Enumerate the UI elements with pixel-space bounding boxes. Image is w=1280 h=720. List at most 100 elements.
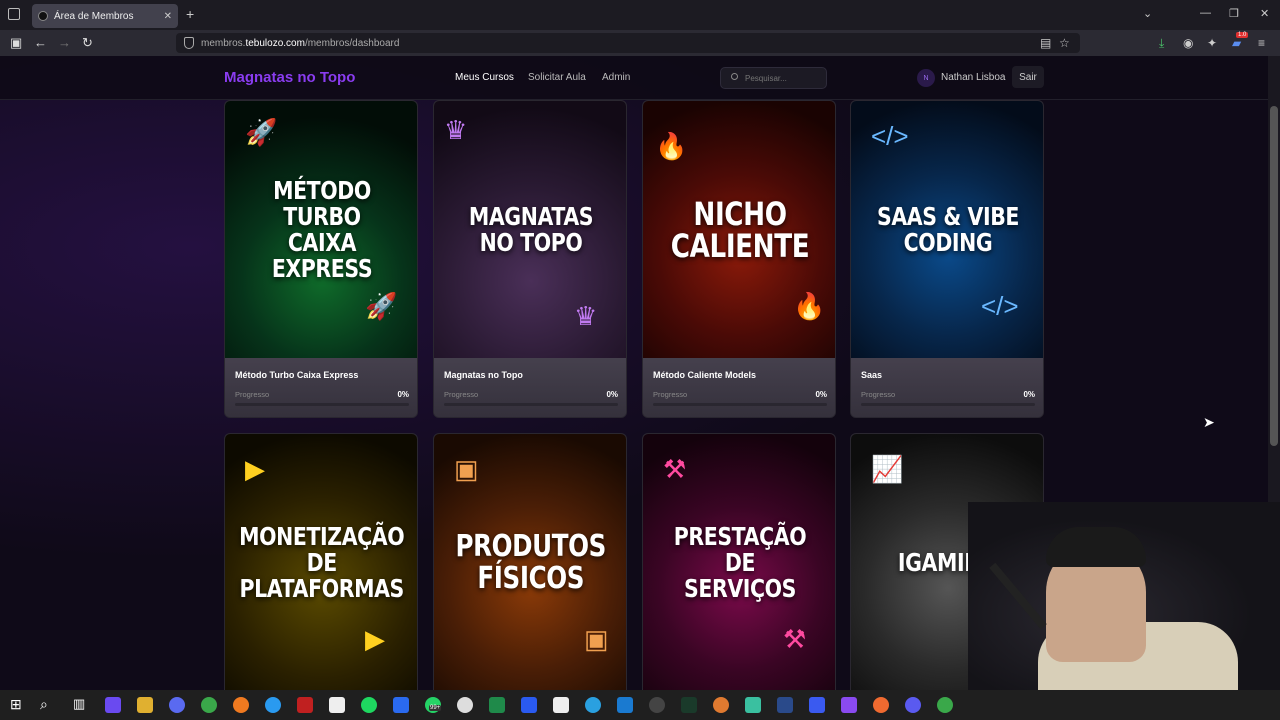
browser-tab[interactable]: Área de Membros ✕	[32, 4, 178, 28]
notion-icon[interactable]	[329, 697, 345, 713]
course-card[interactable]: 🚀 🚀 MÉTODO TURBO CAIXA EXPRESS Método Tu…	[224, 100, 418, 418]
download-icon[interactable]: ⤓	[1159, 36, 1164, 51]
reader-mode-icon[interactable]: ▤	[1040, 36, 1051, 50]
chrome-icon[interactable]	[201, 697, 217, 713]
whatsapp-badge: 99+	[429, 705, 442, 711]
box-icon: ▣	[454, 454, 479, 484]
account-icon[interactable]: ◉	[1183, 36, 1193, 50]
user-name[interactable]: Nathan Lisboa	[941, 72, 1006, 83]
tab-list-icon[interactable]: ⌄	[1143, 7, 1152, 20]
chrome-icon[interactable]	[937, 697, 953, 713]
extension-badge-icon[interactable]: ▰	[1232, 36, 1241, 50]
course-card[interactable]: ♛ ♛ MAGNATAS NO TOPO Magnatas no Topo Pr…	[433, 100, 627, 418]
obs-icon[interactable]	[649, 697, 665, 713]
course-cover-text: PRESTAÇÃO DE SERVIÇOS	[673, 521, 807, 603]
course-cover-text: MONETIZAÇÃO DE PLATAFORMAS	[239, 521, 405, 603]
app-icon[interactable]	[777, 697, 793, 713]
code-icon: </>	[871, 121, 909, 151]
course-card[interactable]: ▶ ▶ MONETIZAÇÃO DE PLATAFORMAS	[224, 433, 418, 690]
forward-icon[interactable]: →	[58, 35, 71, 50]
app-icon[interactable]	[681, 697, 697, 713]
app-icon[interactable]	[873, 697, 889, 713]
app-icon[interactable]	[809, 697, 825, 713]
bookmark-star-icon[interactable]: ☆	[1059, 36, 1070, 50]
crown-icon: ♛	[444, 115, 468, 145]
course-cover-text: MAGNATAS NO TOPO	[468, 201, 594, 257]
course-card[interactable]: </> </> SAAS & VIBE CODING Saas Progress…	[850, 100, 1044, 418]
avatar[interactable]: N	[917, 69, 935, 87]
play-icon: ▶	[245, 454, 265, 484]
file-explorer-icon[interactable]	[137, 697, 153, 713]
excel-icon[interactable]	[489, 697, 505, 713]
course-info: Método Caliente Models Progresso 0%	[643, 358, 835, 417]
progress-label: Progresso	[861, 390, 896, 399]
reload-icon[interactable]: ↻	[82, 35, 93, 51]
edge-icon[interactable]	[265, 697, 281, 713]
flame-icon: 🔥	[793, 291, 826, 321]
sidebar-icon[interactable]: ▣	[10, 35, 22, 51]
word-icon[interactable]	[393, 697, 409, 713]
restore-icon[interactable]: ❐	[1229, 7, 1239, 20]
app-icon[interactable]	[905, 697, 921, 713]
app-icon[interactable]	[457, 697, 473, 713]
progress-value: 0%	[1023, 390, 1035, 399]
nav-admin[interactable]: Admin	[602, 72, 630, 83]
nav-meus-cursos[interactable]: Meus Cursos	[455, 72, 514, 83]
window-close-icon[interactable]: ✕	[1260, 7, 1269, 20]
course-info: Método Turbo Caixa Express Progresso 0%	[225, 358, 417, 417]
search-icon	[731, 73, 738, 80]
firefox-icon[interactable]	[233, 697, 249, 713]
app-icon[interactable]	[713, 697, 729, 713]
course-card[interactable]: 🔥 🔥 NICHO CALIENTE Método Caliente Model…	[642, 100, 836, 418]
nav-solicitar-aula[interactable]: Solicitar Aula	[528, 72, 586, 83]
webcam-person-cap	[1046, 527, 1146, 567]
address-bar[interactable]: membros. tebulozo.com/membros/dashboard	[176, 33, 1080, 53]
course-cover: ▶ ▶ MONETIZAÇÃO DE PLATAFORMAS	[225, 434, 417, 690]
shield-icon	[184, 37, 194, 49]
site-header: Magnatas no Topo Meus Cursos Solicitar A…	[0, 56, 1268, 100]
discord-icon[interactable]	[169, 697, 185, 713]
capcut-icon[interactable]	[553, 697, 569, 713]
extension-badge: 1.0	[1236, 32, 1249, 38]
course-cover-text: MÉTODO TURBO CAIXA EXPRESS	[271, 175, 373, 283]
sidebar-toggle-icon[interactable]	[8, 8, 20, 20]
tab-close-icon[interactable]: ✕	[164, 11, 172, 22]
back-icon[interactable]: ←	[34, 35, 47, 50]
vscode-icon[interactable]	[617, 697, 633, 713]
code-icon: </>	[981, 291, 1019, 321]
webcam-overlay	[968, 502, 1280, 690]
hammer-icon: ⚒	[783, 624, 807, 654]
extensions-icon[interactable]: ✦	[1207, 36, 1217, 50]
logout-button[interactable]: Sair	[1012, 66, 1044, 88]
course-cover-text: NICHO CALIENTE	[670, 194, 810, 265]
start-menu-icon[interactable]: ⊞	[10, 696, 22, 713]
scrollbar-thumb[interactable]	[1270, 106, 1278, 446]
app-icon[interactable]	[745, 697, 761, 713]
task-view-icon[interactable]: ▥	[73, 696, 85, 712]
copilot-icon[interactable]	[105, 697, 121, 713]
netflix-icon[interactable]	[297, 697, 313, 713]
tab-title: Área de Membros	[54, 10, 134, 22]
hammer-icon: ⚒	[663, 454, 687, 484]
search-icon[interactable]: ⌕	[40, 696, 48, 713]
course-title: Método Turbo Caixa Express	[235, 370, 359, 380]
course-info: Saas Progresso 0%	[851, 358, 1043, 417]
course-title: Magnatas no Topo	[444, 370, 523, 380]
url-domain: tebulozo.com	[245, 37, 305, 49]
new-tab-button[interactable]: +	[186, 6, 194, 22]
course-card[interactable]: ⚒ ⚒ PRESTAÇÃO DE SERVIÇOS	[642, 433, 836, 690]
minimize-icon[interactable]: —	[1200, 7, 1211, 19]
url-prefix: membros.	[201, 37, 246, 49]
spotify-icon[interactable]	[361, 697, 377, 713]
course-cover: ♛ ♛ MAGNATAS NO TOPO	[434, 101, 626, 358]
site-logo[interactable]: Magnatas no Topo	[224, 69, 355, 86]
browser-tab-bar: Área de Membros ✕ + ⌄ — ❐ ✕	[0, 0, 1280, 30]
telegram-icon[interactable]	[585, 697, 601, 713]
app-icon[interactable]	[521, 697, 537, 713]
progress-value: 0%	[606, 390, 618, 399]
app-icon[interactable]	[841, 697, 857, 713]
progress-label: Progresso	[235, 390, 270, 399]
course-cover-text: SAAS & VIBE CODING	[876, 201, 1020, 257]
menu-icon[interactable]: ≡	[1258, 36, 1265, 50]
course-card[interactable]: ▣ ▣ PRODUTOS FÍSICOS	[433, 433, 627, 690]
